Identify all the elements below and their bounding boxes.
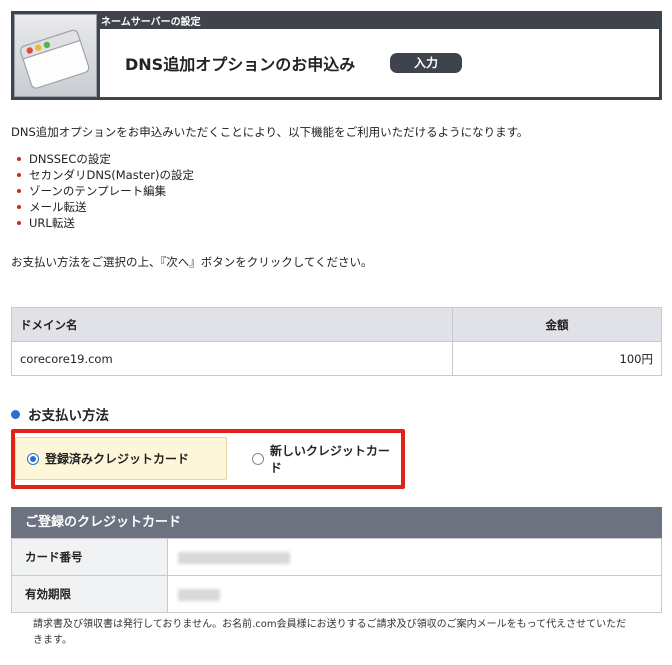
masked-expiry <box>178 588 220 601</box>
table-header-row: ドメイン名 金額 <box>11 307 662 342</box>
feature-item: ゾーンのテンプレート編集 <box>11 183 194 199</box>
page-title: DNS追加オプションのお申込み <box>125 55 356 74</box>
registered-card-heading: ご登録のクレジットカード <box>11 507 662 538</box>
table-row: corecore19.com 100円 <box>11 341 662 376</box>
new-card-option-label: 新しいクレジットカード <box>269 443 390 475</box>
step-badge: 入力 <box>390 53 462 73</box>
registered-card-option-label: 登録済みクレジットカード <box>45 452 190 466</box>
domain-cell: corecore19.com <box>11 341 453 376</box>
amount-column-header: 金額 <box>452 307 662 342</box>
card-number-label: カード番号 <box>11 538 168 576</box>
table-row: カード番号 <box>11 538 662 576</box>
instruction-text: お支払い方法をご選択の上、『次へ』ボタンをクリックしてください。 <box>11 255 373 269</box>
browser-window-icon <box>14 14 97 97</box>
masked-card-number <box>178 551 290 564</box>
table-row: 有効期限 <box>11 575 662 613</box>
intro-text: DNS追加オプションをお申込みいただくことにより、以下機能をご利用いただけるよう… <box>11 125 529 139</box>
payment-options-highlight: 登録済みクレジットカード 新しいクレジットカード <box>11 429 405 489</box>
feature-list: DNSSECの設定 セカンダリDNS(Master)の設定 ゾーンのテンプレート… <box>11 151 194 231</box>
header-title-panel: DNS追加オプションのお申込み 入力 <box>100 29 659 97</box>
amount-cell: 100円 <box>452 341 662 376</box>
blue-bullet-icon <box>11 409 20 419</box>
feature-item: セカンダリDNS(Master)の設定 <box>11 167 194 183</box>
payment-method-heading: お支払い方法 <box>11 404 109 424</box>
page-header: ネームサーバーの設定 DNS追加オプションのお申込み 入力 <box>11 11 662 100</box>
radio-unselected-icon[interactable] <box>252 452 264 465</box>
radio-selected-icon[interactable] <box>27 452 39 465</box>
new-card-option[interactable]: 新しいクレジットカード <box>252 437 401 480</box>
expiry-label: 有効期限 <box>11 575 168 613</box>
billing-note: 請求書及び領収書は発行しておりません。お名前.com会員様にお送りするご請求及び… <box>33 619 627 646</box>
feature-item: URL転送 <box>11 215 194 231</box>
expiry-value <box>167 575 662 613</box>
feature-item: メール転送 <box>11 199 194 215</box>
payment-method-heading-label: お支払い方法 <box>28 408 109 424</box>
registered-card-table: カード番号 有効期限 <box>11 538 662 613</box>
feature-item: DNSSECの設定 <box>11 151 194 167</box>
header-subtitle: ネームサーバーの設定 <box>101 17 201 28</box>
card-number-value <box>167 538 662 576</box>
registered-card-option[interactable]: 登録済みクレジットカード <box>27 437 189 480</box>
domain-column-header: ドメイン名 <box>11 307 453 342</box>
domain-table: ドメイン名 金額 corecore19.com 100円 <box>11 307 662 376</box>
